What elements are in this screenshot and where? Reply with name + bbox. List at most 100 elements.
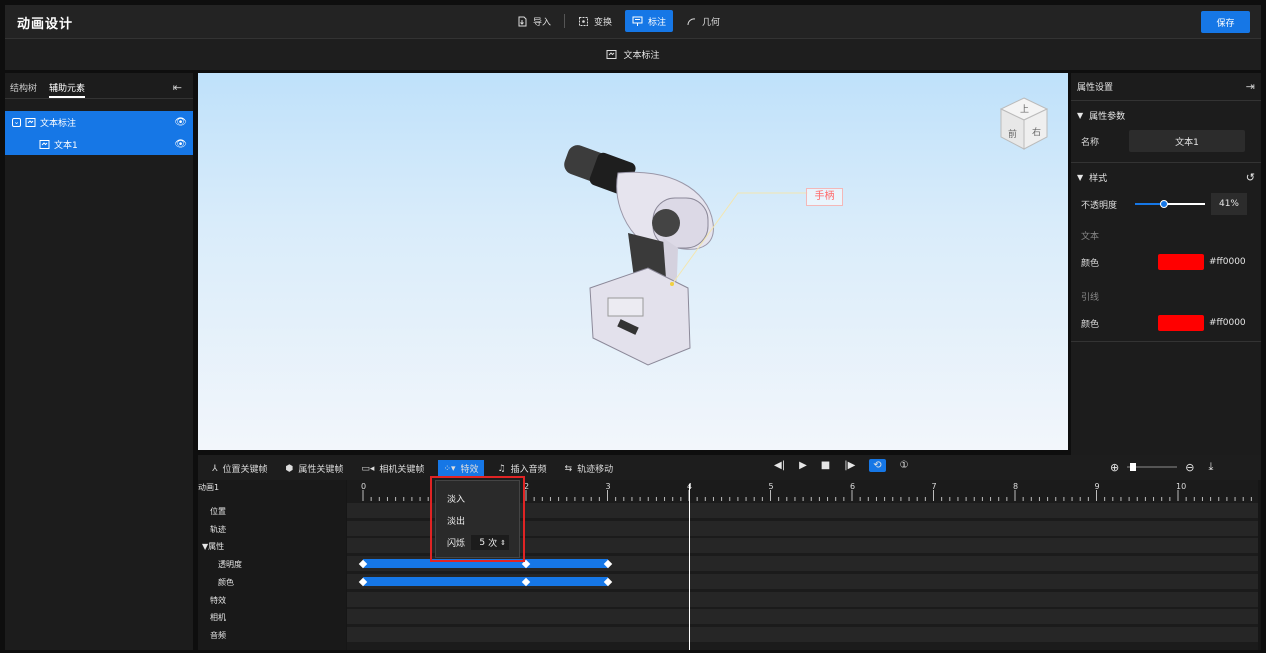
eye-icon[interactable]: 👁 — [174, 139, 187, 150]
ruler-label: 10 — [1176, 482, 1186, 491]
annotation-icon — [632, 16, 643, 26]
leader-color-value: #ff0000 — [1209, 318, 1246, 328]
zoom-slider[interactable] — [1127, 462, 1178, 472]
color-keyframe-bar[interactable] — [363, 576, 608, 586]
position-keyframe-label: 位置关键帧 — [222, 465, 268, 475]
fade-out-item[interactable]: 淡出 — [447, 514, 465, 527]
property-keyframe-label: 属性关键帧 — [298, 465, 344, 475]
mode-toolbar: 导入 变换 标注 几何 — [510, 10, 727, 32]
stepper-arrows-icon[interactable]: ⇕ — [500, 539, 506, 547]
loop-once-icon[interactable]: ① — [900, 460, 909, 471]
track-move-button[interactable]: ⇆ 轨迹移动 — [565, 462, 614, 476]
text-annotation-icon — [606, 50, 617, 59]
audio-icon: ♫ — [497, 463, 506, 474]
3d-viewport[interactable]: 手柄 上 前 右 — [198, 73, 1068, 450]
left-panel: 结构树 辅助元素 ⇤ ⌄ 文本标注 👁 文本1 👁 — [5, 73, 193, 650]
download-icon[interactable]: ⤓ — [1208, 460, 1213, 474]
text-annotation-icon — [39, 139, 50, 149]
text-color-value: #ff0000 — [1209, 257, 1246, 267]
property-keyframe-icon: ⬢ — [285, 463, 294, 474]
tab-structure-tree[interactable]: 结构树 — [10, 81, 37, 98]
playhead[interactable] — [689, 484, 690, 650]
blink-label: 闪烁 — [447, 539, 466, 549]
text-color-swatch[interactable] — [1158, 254, 1204, 270]
geometry-button[interactable]: 几何 — [679, 10, 727, 32]
geometry-label: 几何 — [702, 17, 721, 28]
section-params[interactable]: ▼ 属性参数 — [1071, 101, 1261, 122]
tree-item-text1[interactable]: 文本1 👁 — [5, 133, 193, 155]
track-row[interactable] — [347, 591, 1258, 608]
section-style[interactable]: ▼ 样式 ↺ — [1071, 163, 1261, 184]
step-forward-icon[interactable]: |▶ — [844, 460, 855, 471]
track-label[interactable]: ▼属性 — [202, 541, 224, 552]
timeline-panel: ⅄ 位置关键帧 ⬢ 属性关键帧 ▭◂ 相机关键帧 ⁘▾ 特效 ♫ 插入音频 ⇆ 轨迹移动 ◀… — [198, 455, 1261, 650]
tree-item-text-annotation[interactable]: ⌄ 文本标注 👁 — [5, 111, 193, 133]
expand-icon[interactable]: ⌄ — [12, 117, 21, 127]
playback-controls: ◀| ▶ ■ |▶ ⟲ ① — [774, 459, 909, 472]
slider-knob[interactable] — [1159, 200, 1168, 208]
ruler-label: 0 — [361, 482, 366, 491]
loop-icon[interactable]: ⟲ — [869, 459, 886, 472]
toolbar-separator — [564, 14, 566, 28]
cube-face-top: 上 — [1020, 104, 1029, 115]
effects-button[interactable]: ⁘▾ 特效 — [438, 460, 484, 477]
play-icon[interactable]: ▶ — [799, 460, 807, 471]
track-label[interactable]: 颜色 — [218, 577, 234, 588]
reset-icon[interactable]: ↺ — [1246, 171, 1255, 184]
blink-item[interactable]: 闪烁 5 次 ⇕ — [447, 535, 510, 550]
import-button[interactable]: 导入 — [510, 10, 558, 32]
camera-keyframe-button[interactable]: ▭◂ 相机关键帧 — [361, 462, 424, 476]
leader-color-swatch[interactable] — [1158, 315, 1204, 331]
zoom-in-icon[interactable]: ⊕ — [1110, 461, 1119, 474]
blink-count-stepper[interactable]: 5 次 ⇕ — [471, 535, 510, 550]
view-cube[interactable]: 上 前 右 — [998, 95, 1050, 153]
text-annotation-icon — [25, 117, 36, 127]
track-label[interactable]: 位置 — [210, 506, 226, 517]
fade-in-item[interactable]: 淡入 — [447, 492, 465, 505]
tab-aux-elements[interactable]: 辅助元素 — [49, 81, 86, 98]
cube-face-front: 前 — [1008, 128, 1017, 140]
triangle-down-icon: ▼ — [1077, 173, 1084, 182]
text-color-label: 颜色 — [1081, 258, 1100, 269]
animation-name[interactable]: 动画1 — [198, 482, 219, 493]
position-keyframe-button[interactable]: ⅄ 位置关键帧 — [212, 462, 268, 476]
import-icon — [518, 16, 527, 26]
stop-icon[interactable]: ■ — [821, 460, 830, 471]
subbar-label[interactable]: 文本标注 — [623, 48, 659, 61]
step-back-icon[interactable]: ◀| — [774, 460, 785, 471]
track-label[interactable]: 音频 — [210, 630, 226, 641]
ruler-label: 8 — [1013, 482, 1018, 491]
geometry-icon — [687, 17, 696, 25]
collapse-left-icon[interactable]: ⇤ — [173, 81, 182, 98]
tree: ⌄ 文本标注 👁 文本1 👁 — [5, 111, 193, 155]
collapse-right-icon[interactable]: ⇥ — [1246, 80, 1255, 93]
properties-header: 属性设置 ⇥ — [1071, 73, 1261, 101]
zoom-out-icon[interactable]: ⊖ — [1185, 461, 1194, 474]
cube-face-right: 右 — [1032, 126, 1041, 138]
property-keyframe-button[interactable]: ⬢ 属性关键帧 — [285, 462, 344, 476]
zoom-knob[interactable] — [1129, 463, 1136, 471]
annotation-label[interactable]: 手柄 — [806, 188, 843, 206]
insert-audio-button[interactable]: ♫ 插入音频 — [497, 462, 547, 476]
opacity-slider[interactable] — [1135, 199, 1205, 209]
blink-unit: 次 — [488, 539, 498, 549]
track-row[interactable] — [347, 609, 1258, 626]
name-input[interactable]: 文本1 — [1129, 130, 1245, 152]
transform-button[interactable]: 变换 — [571, 10, 619, 32]
track-label[interactable]: 轨迹 — [210, 524, 226, 535]
effects-menu: 淡入 淡出 闪烁 5 次 ⇕ — [435, 480, 520, 558]
track-label[interactable]: 特效 — [210, 595, 226, 606]
annotation-button[interactable]: 标注 — [625, 10, 674, 32]
eye-icon[interactable]: 👁 — [174, 117, 187, 128]
properties-title: 属性设置 — [1077, 83, 1114, 93]
divider — [1071, 341, 1261, 342]
opacity-input[interactable]: 41% — [1211, 193, 1247, 215]
timeline-toolbar: ⅄ 位置关键帧 ⬢ 属性关键帧 ▭◂ 相机关键帧 ⁘▾ 特效 ♫ 插入音频 ⇆ 轨迹移动 ◀… — [198, 455, 1261, 480]
track-row[interactable] — [347, 626, 1258, 643]
transform-label: 变换 — [594, 17, 613, 28]
track-label[interactable]: 相机 — [210, 612, 226, 623]
save-button[interactable]: 保存 — [1201, 11, 1250, 33]
track-label[interactable]: 透明度 — [218, 559, 242, 570]
effects-label: 特效 — [460, 465, 479, 475]
drill-model[interactable] — [198, 73, 1068, 450]
